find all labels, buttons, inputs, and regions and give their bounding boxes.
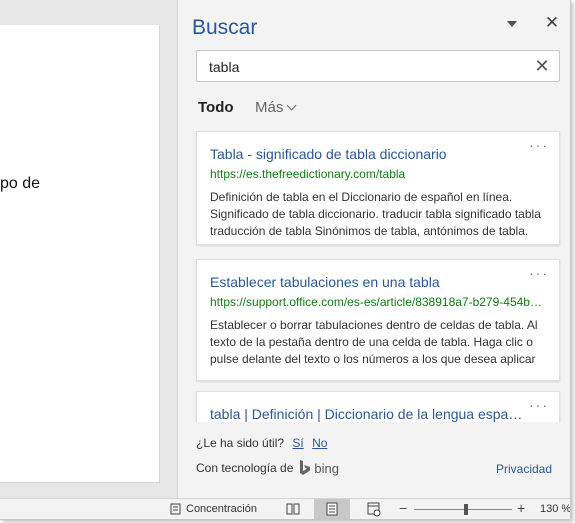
close-icon[interactable]: ✕: [533, 57, 551, 75]
more-options-icon[interactable]: ···: [529, 398, 549, 412]
zoom-level[interactable]: 130 %: [540, 503, 570, 515]
feedback-question: ¿Le ha sido útil?: [196, 436, 285, 450]
result-description: Definición de tabla en el Diccionario de…: [210, 190, 541, 238]
powered-by: Con tecnología de bing: [196, 460, 339, 476]
feedback: ¿Le ha sido útil? Sí No: [196, 436, 327, 450]
result-url-link[interactable]: https://support.office.com/es-es/article…: [210, 295, 546, 310]
close-pane-button[interactable]: ✕: [544, 14, 560, 32]
result-card[interactable]: ··· Establecer tabulaciones en una tabla…: [196, 259, 560, 381]
result-card[interactable]: ··· tabla | Definición | Diccionario de …: [196, 391, 560, 422]
focus-mode-button[interactable]: Concentración: [170, 503, 257, 515]
zoom-in-button[interactable]: +: [517, 500, 525, 516]
result-description: Establecer o borrar tabulaciones dentro …: [210, 318, 538, 366]
document-area: po de: [0, 0, 176, 498]
pane-title: Buscar: [192, 16, 258, 39]
result-title-link[interactable]: Establecer tabulaciones en una tabla: [210, 274, 528, 291]
chevron-down-icon: [286, 100, 297, 111]
tab-more[interactable]: Más: [255, 99, 297, 116]
focus-icon: [170, 503, 181, 515]
feedback-yes-link[interactable]: Sí: [292, 436, 303, 450]
result-url-link[interactable]: https://es.thefreedictionary.com/tabla: [210, 167, 546, 182]
document-text: po de: [0, 175, 41, 192]
zoom-slider-thumb[interactable]: [464, 504, 468, 515]
read-mode-icon[interactable]: [285, 501, 301, 517]
focus-label: Concentración: [186, 503, 257, 515]
document-page[interactable]: po de: [0, 25, 160, 483]
more-options-icon[interactable]: ···: [529, 266, 549, 280]
zoom-out-button[interactable]: −: [399, 500, 407, 516]
pane-options-dropdown-icon[interactable]: [505, 17, 519, 31]
tab-more-label: Más: [255, 99, 284, 116]
word-window: po de Buscar ✕ ✕ Todo Más ··· Tabla - si…: [0, 0, 571, 520]
search-box: ✕: [196, 50, 560, 82]
print-layout-icon[interactable]: [314, 499, 350, 519]
web-layout-icon[interactable]: [366, 501, 382, 517]
result-card[interactable]: ··· Tabla - significado de tabla diccion…: [196, 131, 560, 245]
feedback-no-link[interactable]: No: [312, 436, 327, 450]
results-list[interactable]: ··· Tabla - significado de tabla diccion…: [178, 125, 570, 422]
search-input[interactable]: [209, 57, 519, 77]
status-bar: Concentración − + 130 %: [0, 498, 570, 519]
bing-label: bing: [314, 460, 339, 476]
more-options-icon[interactable]: ···: [529, 138, 549, 152]
bing-icon: [300, 460, 311, 475]
privacy-link[interactable]: Privacidad: [496, 462, 552, 476]
result-title-link[interactable]: Tabla - significado de tabla diccionario: [210, 146, 528, 163]
result-title-link[interactable]: tabla | Definición | Diccionario de la l…: [210, 406, 528, 422]
powered-by-label: Con tecnología de: [196, 461, 294, 475]
search-pane: Buscar ✕ ✕ Todo Más ··· Tabla - signific…: [177, 0, 570, 498]
bing-logo: bing: [299, 460, 339, 476]
tab-all[interactable]: Todo: [198, 99, 234, 116]
zoom-slider[interactable]: [414, 509, 512, 510]
